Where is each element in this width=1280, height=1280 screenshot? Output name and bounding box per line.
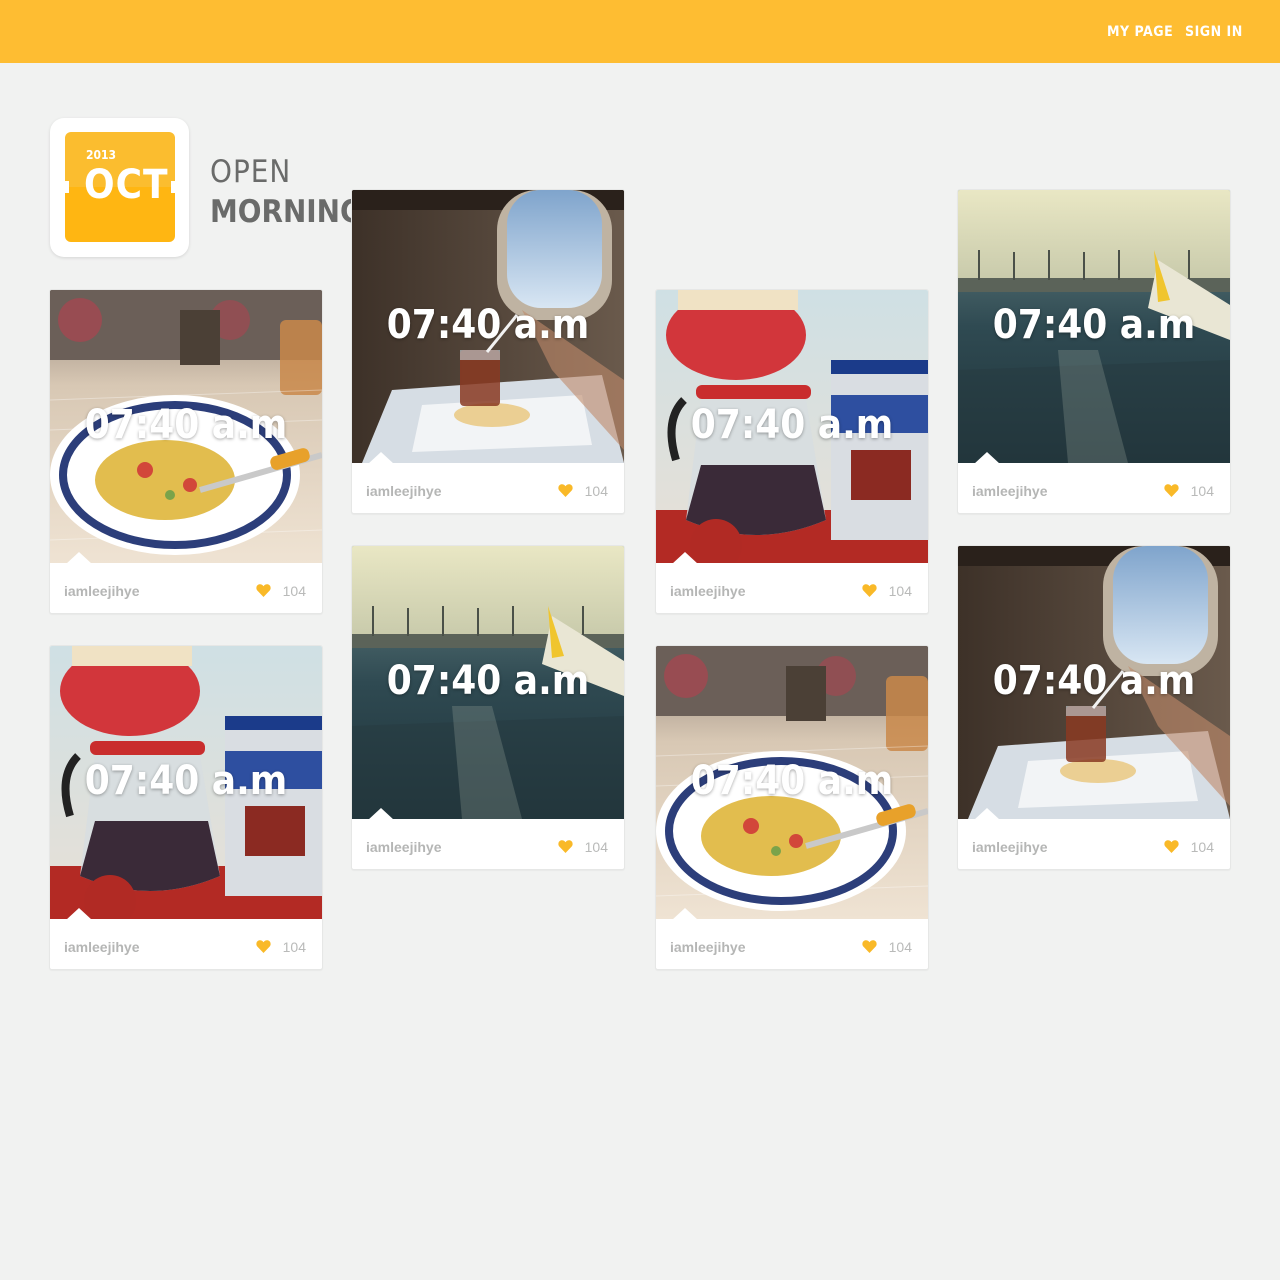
calendar-logo[interactable]: 2013 OCT (50, 118, 189, 257)
photo-airport-tarmac[interactable]: 07:40 a.m (958, 190, 1230, 463)
card-username[interactable]: iamleejihye (972, 839, 1048, 855)
sign-in-link[interactable]: SIGN IN (1185, 24, 1243, 40)
photo-coffee-dripper[interactable]: 07:40 a.m (50, 646, 322, 919)
photo-time: 07:40 a.m (690, 402, 894, 448)
card-username[interactable]: iamleejihye (366, 839, 442, 855)
brand-title-open: OPEN (210, 154, 292, 190)
like-count: 104 (1190, 839, 1214, 855)
like-count: 104 (282, 939, 306, 955)
heart-icon (1164, 840, 1179, 853)
calendar-month: OCT (84, 162, 169, 208)
photo-card[interactable]: 07:40 a.m iamleejihye 104 (351, 189, 625, 514)
heart-icon (256, 584, 271, 597)
like-button[interactable]: 104 (256, 583, 306, 599)
like-count: 104 (888, 939, 912, 955)
heart-icon (862, 584, 877, 597)
card-username[interactable]: iamleejihye (670, 583, 746, 599)
photo-card[interactable]: 07:40 a.m iamleejihye 104 (351, 545, 625, 870)
heart-icon (558, 484, 573, 497)
heart-icon (862, 940, 877, 953)
photo-airport-tarmac[interactable]: 07:40 a.m (352, 546, 624, 819)
photo-airplane-window[interactable]: 07:40 a.m (958, 546, 1230, 819)
photo-card[interactable]: 07:40 a.m iamleejihye 104 (957, 189, 1231, 514)
card-pointer (974, 808, 1000, 820)
like-count: 104 (584, 839, 608, 855)
card-pointer (368, 452, 394, 464)
like-button[interactable]: 104 (1164, 483, 1214, 499)
card-pointer (974, 452, 1000, 464)
my-page-link[interactable]: MY PAGE (1107, 24, 1173, 40)
like-button[interactable]: 104 (1164, 839, 1214, 855)
photo-time: 07:40 a.m (84, 758, 288, 804)
photo-card[interactable]: 07:40 a.m iamleejihye 104 (49, 645, 323, 970)
photo-breakfast-plate[interactable]: 07:40 a.m (50, 290, 322, 563)
card-username[interactable]: iamleejihye (972, 483, 1048, 499)
photo-coffee-dripper[interactable]: 07:40 a.m (656, 290, 928, 563)
photo-airplane-window[interactable]: 07:40 a.m (352, 190, 624, 463)
heart-icon (1164, 484, 1179, 497)
photo-time: 07:40 a.m (992, 302, 1196, 348)
top-bar: MY PAGE SIGN IN (0, 0, 1280, 63)
like-button[interactable]: 104 (256, 939, 306, 955)
photo-card[interactable]: 07:40 a.m iamleejihye 104 (655, 645, 929, 970)
photo-time: 07:40 a.m (386, 302, 590, 348)
brand-title-morning: MORNING (210, 194, 363, 230)
card-pointer (66, 908, 92, 920)
like-count: 104 (1190, 483, 1214, 499)
card-pointer (66, 552, 92, 564)
like-button[interactable]: 104 (862, 583, 912, 599)
photo-breakfast-plate[interactable]: 07:40 a.m (656, 646, 928, 919)
photo-time: 07:40 a.m (690, 758, 894, 804)
card-pointer (672, 908, 698, 920)
photo-card[interactable]: 07:40 a.m iamleejihye 104 (655, 289, 929, 614)
card-username[interactable]: iamleejihye (670, 939, 746, 955)
calendar-icon: 2013 OCT (65, 132, 175, 242)
heart-icon (256, 940, 271, 953)
card-pointer (368, 808, 394, 820)
card-pointer (672, 552, 698, 564)
calendar-year: 2013 (86, 148, 117, 162)
like-count: 104 (888, 583, 912, 599)
like-button[interactable]: 104 (558, 839, 608, 855)
like-button[interactable]: 104 (558, 483, 608, 499)
card-username[interactable]: iamleejihye (366, 483, 442, 499)
card-username[interactable]: iamleejihye (64, 583, 140, 599)
calendar-notch-right (171, 181, 175, 193)
calendar-notch-left (65, 181, 69, 193)
photo-card[interactable]: 07:40 a.m iamleejihye 104 (49, 289, 323, 614)
photo-time: 07:40 a.m (992, 658, 1196, 704)
photo-time: 07:40 a.m (386, 658, 590, 704)
like-count: 104 (584, 483, 608, 499)
like-button[interactable]: 104 (862, 939, 912, 955)
heart-icon (558, 840, 573, 853)
like-count: 104 (282, 583, 306, 599)
photo-time: 07:40 a.m (84, 402, 288, 448)
card-username[interactable]: iamleejihye (64, 939, 140, 955)
photo-card[interactable]: 07:40 a.m iamleejihye 104 (957, 545, 1231, 870)
